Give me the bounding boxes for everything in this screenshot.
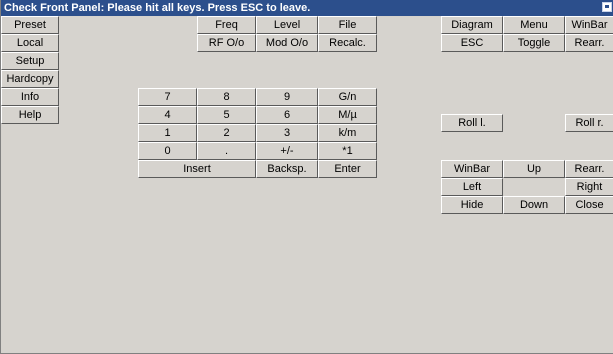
mod-onoff-button[interactable]: Mod O/o — [256, 34, 318, 52]
toggle-button[interactable]: Toggle — [503, 34, 565, 52]
key-3[interactable]: 3 — [256, 124, 318, 142]
rearr-top-button[interactable]: Rearr. — [565, 34, 613, 52]
file-button[interactable]: File — [318, 16, 377, 34]
rearr-button[interactable]: Rearr. — [565, 160, 613, 178]
key-4[interactable]: 4 — [138, 106, 197, 124]
key-times-one[interactable]: *1 — [318, 142, 377, 160]
key-2[interactable]: 2 — [197, 124, 256, 142]
enter-button[interactable]: Enter — [318, 160, 377, 178]
right-button[interactable]: Right — [565, 178, 613, 196]
winbar-top-button[interactable]: WinBar — [565, 16, 613, 34]
key-g-n[interactable]: G/n — [318, 88, 377, 106]
level-button[interactable]: Level — [256, 16, 318, 34]
key-5[interactable]: 5 — [197, 106, 256, 124]
help-button[interactable]: Help — [1, 106, 59, 124]
key-8[interactable]: 8 — [197, 88, 256, 106]
hardcopy-button[interactable]: Hardcopy — [1, 70, 59, 88]
backspace-button[interactable]: Backsp. — [256, 160, 318, 178]
esc-button[interactable]: ESC — [441, 34, 503, 52]
front-panel-window: Check Front Panel: Please hit all keys. … — [0, 0, 613, 354]
key-9[interactable]: 9 — [256, 88, 318, 106]
preset-button[interactable]: Preset — [1, 16, 59, 34]
insert-button[interactable]: Insert — [138, 160, 256, 178]
down-button[interactable]: Down — [503, 196, 565, 214]
key-1[interactable]: 1 — [138, 124, 197, 142]
key-0[interactable]: 0 — [138, 142, 197, 160]
key-m-mu[interactable]: M/µ — [318, 106, 377, 124]
title-bar: Check Front Panel: Please hit all keys. … — [1, 0, 613, 16]
key-plus-minus[interactable]: +/- — [256, 142, 318, 160]
key-k-m[interactable]: k/m — [318, 124, 377, 142]
window-title: Check Front Panel: Please hit all keys. … — [4, 2, 311, 14]
window-restore-icon[interactable] — [602, 2, 612, 12]
hide-button[interactable]: Hide — [441, 196, 503, 214]
up-button[interactable]: Up — [503, 160, 565, 178]
info-button[interactable]: Info — [1, 88, 59, 106]
roll-left-button[interactable]: Roll l. — [441, 114, 503, 132]
setup-button[interactable]: Setup — [1, 52, 59, 70]
local-button[interactable]: Local — [1, 34, 59, 52]
recalc-button[interactable]: Recalc. — [318, 34, 377, 52]
roll-right-button[interactable]: Roll r. — [565, 114, 613, 132]
menu-button[interactable]: Menu — [503, 16, 565, 34]
freq-button[interactable]: Freq — [197, 16, 256, 34]
diagram-button[interactable]: Diagram — [441, 16, 503, 34]
rf-onoff-button[interactable]: RF O/o — [197, 34, 256, 52]
close-button[interactable]: Close — [565, 196, 613, 214]
key-7[interactable]: 7 — [138, 88, 197, 106]
key-6[interactable]: 6 — [256, 106, 318, 124]
left-button[interactable]: Left — [441, 178, 503, 196]
key-decimal[interactable]: . — [197, 142, 256, 160]
winbar-button[interactable]: WinBar — [441, 160, 503, 178]
